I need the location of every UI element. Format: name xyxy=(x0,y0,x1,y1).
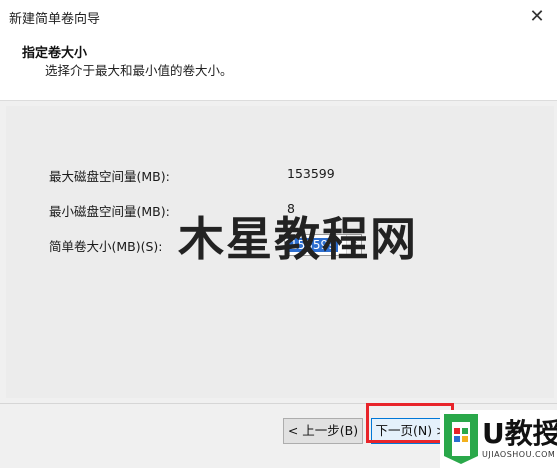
logo-subtext: UJIAOSHOU.COM xyxy=(482,450,556,459)
next-button[interactable]: 下一页(N) > xyxy=(371,418,451,444)
watermark-text: 木星教程网 xyxy=(178,212,418,266)
close-button[interactable]: ✕ xyxy=(517,0,557,32)
close-icon: ✕ xyxy=(529,5,545,27)
page-title: 指定卷大小 xyxy=(22,46,88,61)
title-bar: 新建简单卷向导 ✕ xyxy=(0,0,557,32)
site-logo: U教授 UJIAOSHOU.COM xyxy=(440,410,557,468)
window-title: 新建简单卷向导 xyxy=(9,12,101,27)
volume-size-label: 简单卷大小(MB)(S): xyxy=(49,239,163,254)
page-subtitle: 选择介于最大和最小值的卷大小。 xyxy=(45,63,233,78)
wizard-window: 新建简单卷向导 ✕ 指定卷大小 选择介于最大和最小值的卷大小。 最大磁盘空间量(… xyxy=(0,0,557,468)
wizard-header: 指定卷大小 选择介于最大和最小值的卷大小。 xyxy=(0,32,557,101)
max-space-label: 最大磁盘空间量(MB): xyxy=(49,169,170,184)
min-space-label: 最小磁盘空间量(MB): xyxy=(49,204,170,219)
logo-text: U教授 xyxy=(482,417,557,450)
back-button[interactable]: < 上一步(B) xyxy=(283,418,363,444)
max-space-value: 153599 xyxy=(287,166,335,181)
logo-mark-icon xyxy=(444,414,478,464)
